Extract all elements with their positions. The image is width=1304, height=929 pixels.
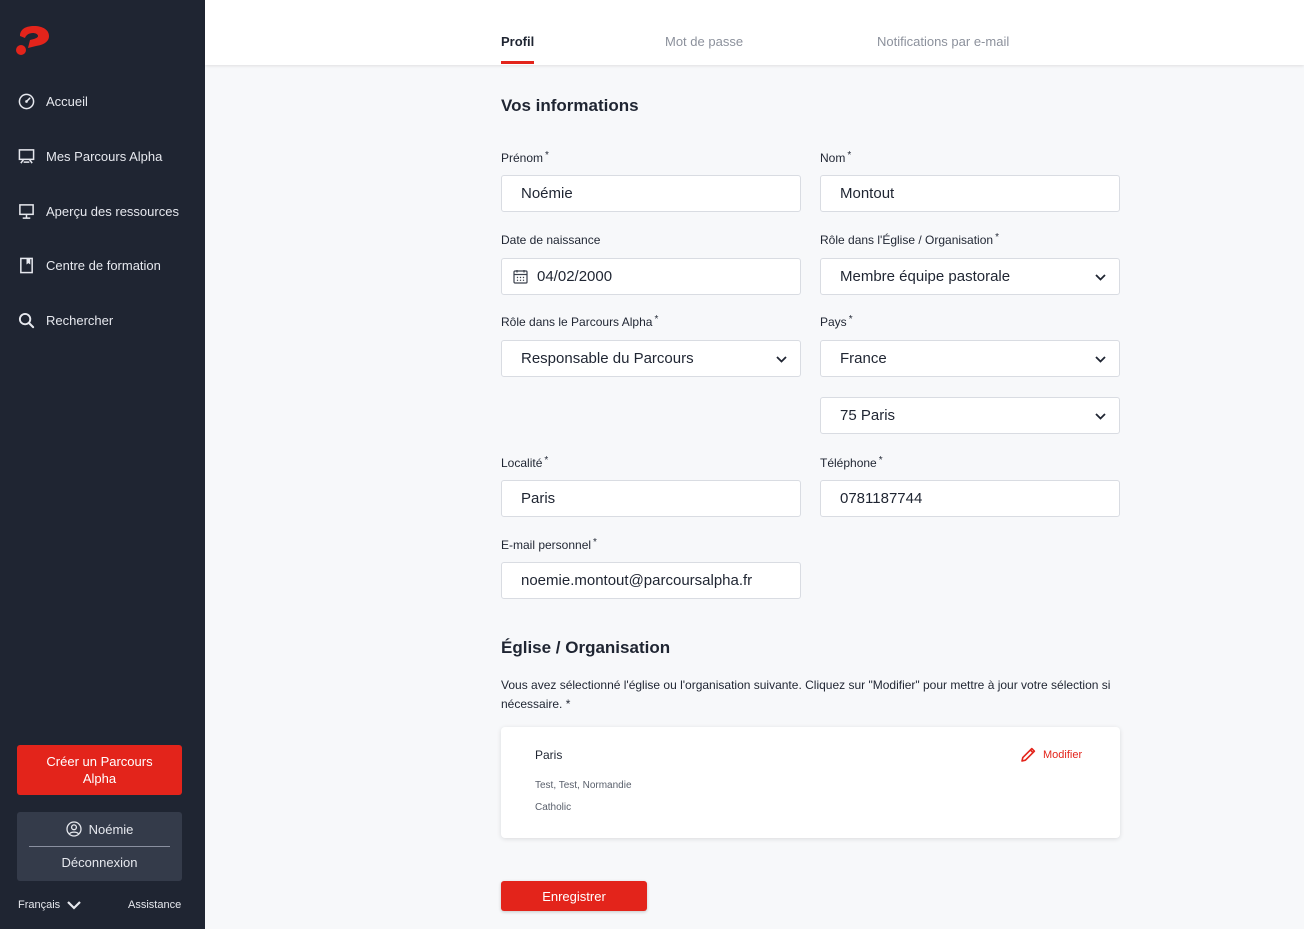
chevron-down-icon (1095, 413, 1106, 420)
email-label: E-mail personnel * (501, 537, 597, 552)
create-course-button[interactable]: Créer un Parcours Alpha (17, 745, 182, 795)
email-field[interactable]: noemie.montout@parcoursalpha.fr (501, 562, 801, 599)
assistance-link[interactable]: Assistance (128, 899, 181, 911)
sidebar-item-mes-parcours[interactable]: Mes Parcours Alpha (18, 148, 162, 165)
church-description: Vous avez sélectionné l'église ou l'orga… (501, 678, 1111, 711)
region-select[interactable]: 75 Paris (820, 397, 1120, 434)
country-select[interactable]: France (820, 340, 1120, 377)
course-role-value: Responsable du Parcours (521, 350, 694, 367)
active-tab-indicator (501, 61, 534, 64)
church-card: Paris Test, Test, Normandie Catholic Mod… (501, 727, 1120, 838)
birth-date-label: Date de naissance (501, 233, 601, 247)
divider (29, 846, 170, 847)
sidebar-item-label: Accueil (46, 94, 88, 109)
pencil-icon (1021, 747, 1036, 762)
chevron-down-icon (1095, 356, 1106, 363)
locality-field[interactable]: Paris (501, 480, 801, 517)
dashboard-icon (18, 93, 35, 110)
tab-mot-de-passe[interactable]: Mot de passe (665, 34, 743, 49)
user-name: Noémie (88, 821, 134, 837)
birth-date-value: 04/02/2000 (537, 268, 613, 285)
church-role-select[interactable]: Membre équipe pastorale (820, 258, 1120, 295)
tab-notifications[interactable]: Notifications par e-mail (877, 34, 1009, 49)
tab-profil[interactable]: Profil (501, 34, 534, 49)
user-panel: Noémie Déconnexion (17, 812, 182, 881)
presentation-icon (18, 149, 35, 164)
country-label: Pays * (820, 314, 853, 329)
last-name-field[interactable]: Montout (820, 175, 1120, 212)
course-role-select[interactable]: Responsable du Parcours (501, 340, 801, 377)
sidebar-item-label: Mes Parcours Alpha (46, 149, 163, 164)
user-circle-icon (65, 821, 82, 837)
profile-tabs-bar: Profil Mot de passe Notifications par e-… (205, 0, 1304, 65)
calendar-icon (513, 270, 528, 284)
birth-date-field[interactable]: 04/02/2000 (501, 258, 801, 295)
sidebar-item-label: Aperçu des ressources (46, 204, 179, 219)
sidebar-item-centre-formation[interactable]: Centre de formation (18, 257, 161, 274)
section-title-informations: Vos informations (501, 96, 639, 115)
sidebar-item-apercu[interactable]: Aperçu des ressources (18, 203, 179, 220)
modify-label: Modifier (1043, 748, 1083, 761)
church-denomination: Catholic (535, 802, 572, 813)
church-role-label: Rôle dans l'Église / Organisation * (820, 232, 999, 247)
chevron-down-icon (67, 901, 81, 910)
language-label: Français (18, 899, 61, 911)
user-profile-link[interactable]: Noémie (17, 819, 182, 839)
sidebar-item-label: Centre de formation (46, 258, 161, 273)
alpha-logo-icon[interactable] (16, 26, 50, 56)
chevron-down-icon (1095, 274, 1106, 281)
modify-church-button[interactable]: Modifier (1020, 746, 1082, 763)
church-address: Test, Test, Normandie (535, 780, 632, 791)
sidebar-item-label: Rechercher (46, 313, 114, 328)
first-name-label: Prénom * (501, 150, 549, 165)
phone-label: Téléphone * (820, 455, 883, 470)
easel-icon (19, 204, 34, 219)
language-selector[interactable]: Français (18, 899, 82, 911)
save-button[interactable]: Enregistrer (501, 881, 647, 911)
course-role-label: Rôle dans le Parcours Alpha * (501, 314, 659, 329)
sidebar-item-accueil[interactable]: Accueil (18, 93, 88, 110)
last-name-label: Nom * (820, 150, 852, 165)
section-title-church: Église / Organisation (501, 638, 671, 657)
phone-field[interactable]: 0781187744 (820, 480, 1120, 517)
region-value: 75 Paris (840, 407, 896, 424)
book-icon (20, 257, 33, 274)
logout-button[interactable]: Déconnexion (17, 855, 182, 870)
search-icon (18, 312, 35, 329)
sidebar: Accueil Mes Parcours Alpha Aperçu des re… (0, 0, 205, 929)
church-name: Paris (535, 748, 563, 762)
locality-label: Localité * (501, 455, 549, 470)
chevron-down-icon (776, 356, 787, 363)
country-value: France (840, 350, 887, 367)
first-name-field[interactable]: Noémie (501, 175, 801, 212)
sidebar-item-rechercher[interactable]: Rechercher (18, 312, 113, 329)
church-role-value: Membre équipe pastorale (840, 268, 1011, 285)
